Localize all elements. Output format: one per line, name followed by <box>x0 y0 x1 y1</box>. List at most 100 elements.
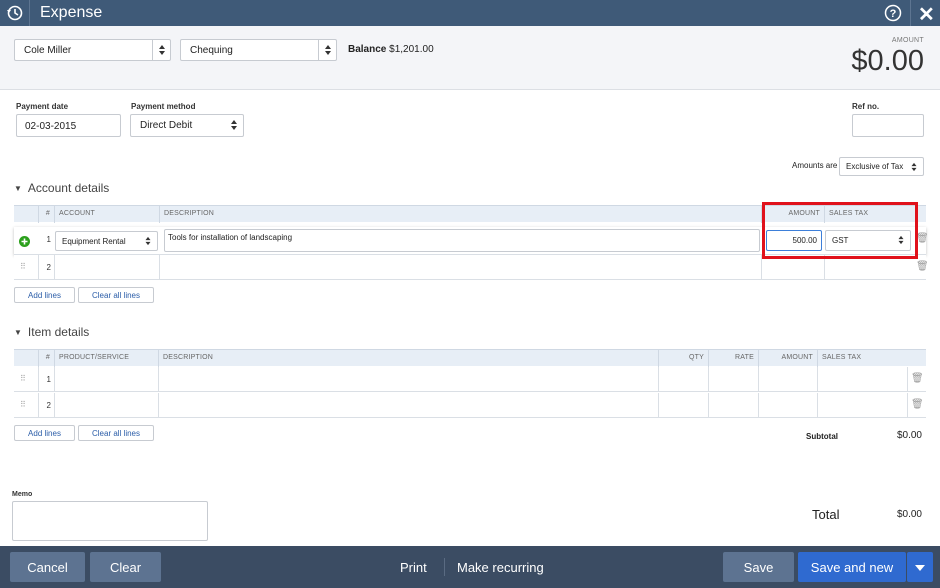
payment-method-value: Direct Debit <box>140 120 193 131</box>
sort-arrows-icon <box>152 40 170 60</box>
account-cell: Equipment Rental <box>54 227 159 254</box>
save-options-dropdown[interactable] <box>907 552 933 582</box>
sort-arrows-icon <box>139 232 157 250</box>
amount-cell[interactable] <box>758 367 817 391</box>
row-number: 1 <box>46 235 51 244</box>
row-number: 2 <box>38 393 54 417</box>
memo-label: Memo <box>12 491 33 498</box>
account-row-value: Equipment Rental <box>62 237 126 246</box>
sort-arrows-icon <box>905 158 923 175</box>
save-and-new-button[interactable]: Save and new <box>798 552 906 582</box>
col-qty: QTY <box>658 350 708 367</box>
amount-cell[interactable] <box>758 393 817 417</box>
payment-method-select[interactable]: Direct Debit <box>130 114 244 137</box>
payment-date-input[interactable]: 02-03-2015 <box>16 114 121 137</box>
description-input[interactable]: Tools for installation of landscaping <box>164 229 760 252</box>
recent-transactions-icon[interactable] <box>6 4 24 22</box>
rate-cell[interactable] <box>708 367 758 391</box>
clear-all-lines-button[interactable]: Clear all lines <box>78 425 154 441</box>
table-row[interactable]: ⠿ 2 <box>14 393 926 418</box>
help-icon[interactable]: ? <box>884 4 902 22</box>
payee-select[interactable]: Cole Miller <box>14 39 171 61</box>
payee-value: Cole Miller <box>24 45 72 56</box>
col-rate: RATE <box>708 350 758 367</box>
balance: Balance $1,201.00 <box>348 44 434 55</box>
add-row-icon[interactable] <box>19 236 30 247</box>
sales-tax-cell[interactable] <box>817 367 907 391</box>
col-description: DESCRIPTION <box>158 350 658 367</box>
amount-total: $0.00 <box>851 45 924 77</box>
memo-input[interactable] <box>12 501 208 541</box>
highlight-box <box>762 202 918 259</box>
total-label: Total <box>812 507 840 522</box>
account-cell[interactable] <box>54 255 159 279</box>
ref-no-label: Ref no. <box>852 102 880 111</box>
description-cell[interactable] <box>159 255 761 279</box>
item-table-header: # PRODUCT/SERVICE DESCRIPTION QTY RATE A… <box>14 349 926 367</box>
item-details-title: Item details <box>27 325 90 339</box>
caret-down-icon: ▼ <box>14 328 22 337</box>
clear-button[interactable]: Clear <box>90 552 161 582</box>
title-bar: Expense ? ✕ <box>0 0 940 26</box>
caret-down-icon <box>915 565 925 571</box>
qty-cell[interactable] <box>658 393 708 417</box>
item-details-toggle[interactable]: ▼ Item details <box>14 325 89 339</box>
payment-method-label: Payment method <box>131 102 196 111</box>
close-icon[interactable]: ✕ <box>918 2 935 27</box>
sort-arrows-icon <box>225 115 243 135</box>
row-number: 1 <box>38 367 54 391</box>
add-lines-button[interactable]: Add lines <box>14 287 75 303</box>
make-recurring-link[interactable]: Make recurring <box>457 560 544 575</box>
qty-cell[interactable] <box>658 367 708 391</box>
drag-handle-icon[interactable]: ⠿ <box>20 400 26 409</box>
description-cell[interactable] <box>158 367 658 391</box>
divider <box>910 0 911 26</box>
footer-bar: Cancel Clear Print Make recurring Save S… <box>0 546 940 588</box>
ref-no-input[interactable] <box>852 114 924 137</box>
rate-cell[interactable] <box>708 393 758 417</box>
total-value: $0.00 <box>896 509 922 520</box>
delete-icon[interactable]: 🗑 <box>916 261 929 272</box>
amounts-are-select[interactable]: Exclusive of Tax <box>839 157 924 176</box>
divider <box>29 0 30 26</box>
page-title: Expense <box>40 4 103 21</box>
account-details-toggle[interactable]: ▼ Account details <box>14 181 109 195</box>
account-details-title: Account details <box>27 181 110 195</box>
subtotal-value: $0.00 <box>896 430 922 441</box>
save-button[interactable]: Save <box>723 552 794 582</box>
account-value: Chequing <box>190 45 233 56</box>
col-account: ACCOUNT <box>54 206 159 223</box>
account-row-select[interactable]: Equipment Rental <box>55 231 158 251</box>
sales-tax-cell[interactable] <box>817 393 907 417</box>
balance-value: $1,201.00 <box>389 44 434 55</box>
delete-icon[interactable]: 🗑 <box>911 373 924 384</box>
payment-date-label: Payment date <box>16 102 69 111</box>
drag-handle-icon[interactable]: ⠿ <box>20 374 26 383</box>
description-cell[interactable] <box>158 393 658 417</box>
svg-text:?: ? <box>890 8 897 20</box>
row-number: 2 <box>38 255 54 279</box>
print-link[interactable]: Print <box>400 560 427 575</box>
description-cell: Tools for installation of landscaping <box>159 227 761 254</box>
col-num: # <box>38 350 54 367</box>
table-row[interactable]: ⠿ 1 <box>14 367 926 392</box>
amounts-are-value: Exclusive of Tax <box>846 162 904 171</box>
amount-label: AMOUNT <box>891 37 924 44</box>
sort-arrows-icon <box>318 40 336 60</box>
col-amount: AMOUNT <box>758 350 817 367</box>
clear-all-lines-button[interactable]: Clear all lines <box>78 287 154 303</box>
product-cell[interactable] <box>54 393 158 417</box>
account-select[interactable]: Chequing <box>180 39 337 61</box>
divider <box>444 558 445 576</box>
subtotal-label: Subtotal <box>806 432 838 441</box>
caret-down-icon: ▼ <box>14 184 22 193</box>
col-sales-tax: SALES TAX <box>817 350 907 367</box>
drag-handle-icon[interactable]: ⠿ <box>20 262 26 271</box>
delete-icon[interactable]: 🗑 <box>911 399 924 410</box>
amounts-are-label: Amounts are <box>792 161 838 170</box>
col-description: DESCRIPTION <box>159 206 761 223</box>
product-cell[interactable] <box>54 367 158 391</box>
add-lines-button[interactable]: Add lines <box>14 425 75 441</box>
cancel-button[interactable]: Cancel <box>10 552 85 582</box>
col-num: # <box>38 206 54 223</box>
